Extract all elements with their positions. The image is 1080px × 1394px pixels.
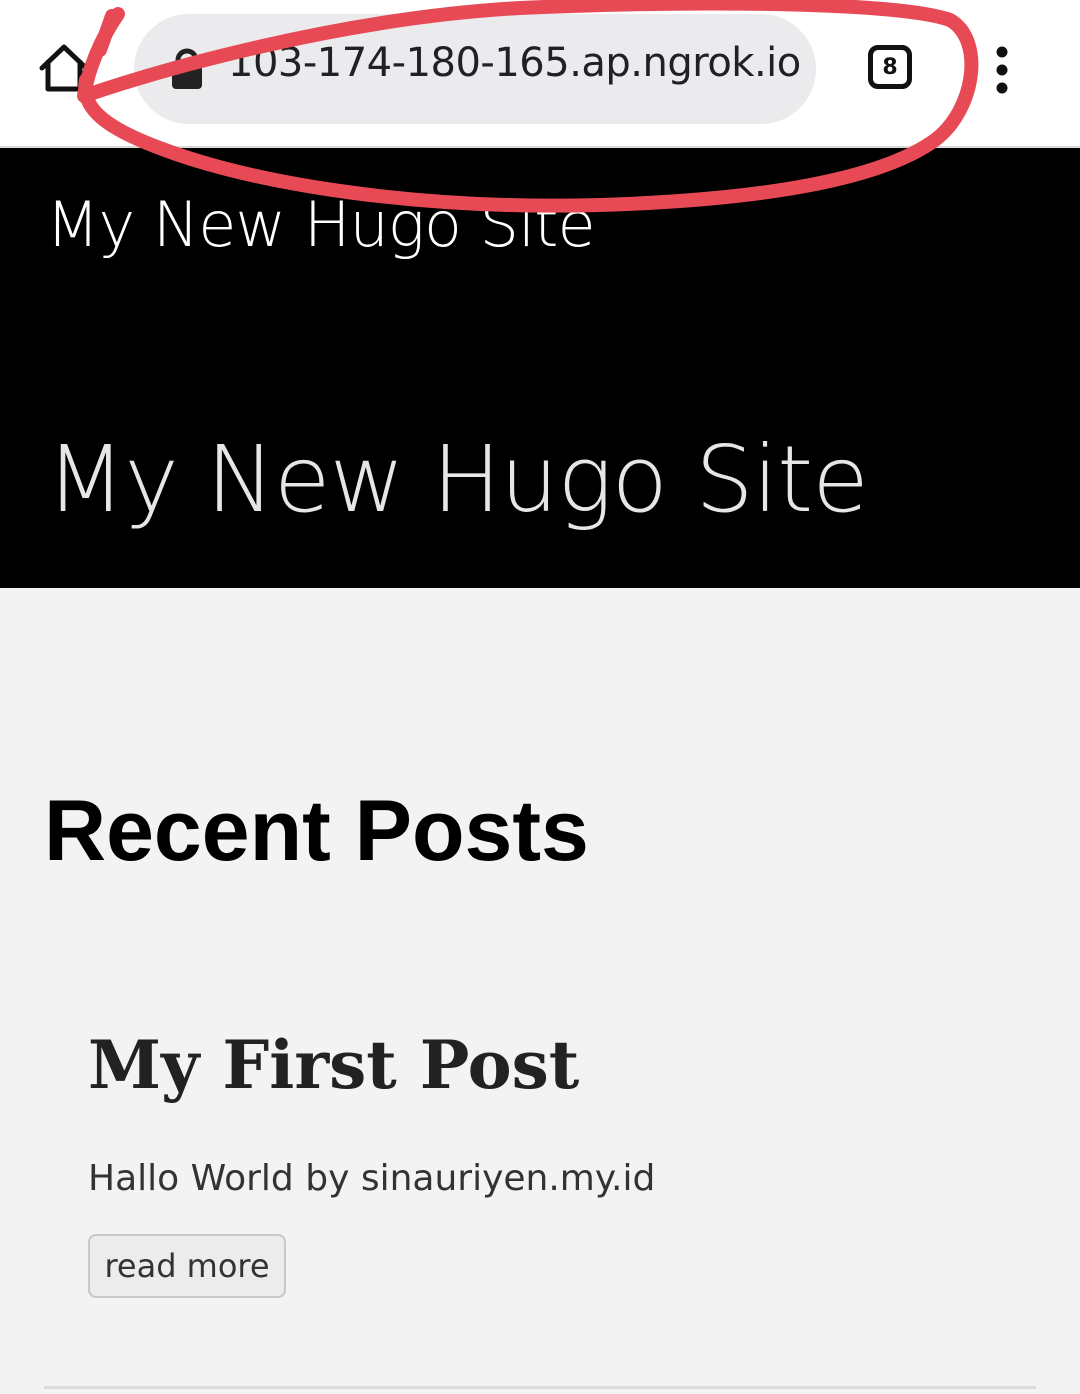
recent-posts-heading: Recent Posts [44,783,589,879]
site-title: My New Hugo Site [46,426,869,533]
post-summary: Hallo World by sinauriyen.my.id [88,1158,656,1199]
lock-icon [172,48,202,89]
browser-toolbar: 103-174-180-165.ap.ngrok.io 8 [0,0,1080,148]
tab-count: 8 [882,54,898,80]
site-header: My New Hugo Site My New Hugo Site [0,148,1080,588]
url-text[interactable]: 103-174-180-165.ap.ngrok.io [228,40,801,86]
browser-page: 103-174-180-165.ap.ngrok.io 8 My New Hug… [0,0,1080,1394]
divider [44,1386,1036,1389]
home-icon[interactable] [38,42,90,94]
more-vert-icon[interactable] [993,46,1011,94]
site-brand-link[interactable]: My New Hugo Site [46,188,596,261]
post-title[interactable]: My First Post [88,1026,579,1104]
tab-switcher-button[interactable]: 8 [868,45,912,89]
read-more-button[interactable]: read more [88,1234,286,1298]
